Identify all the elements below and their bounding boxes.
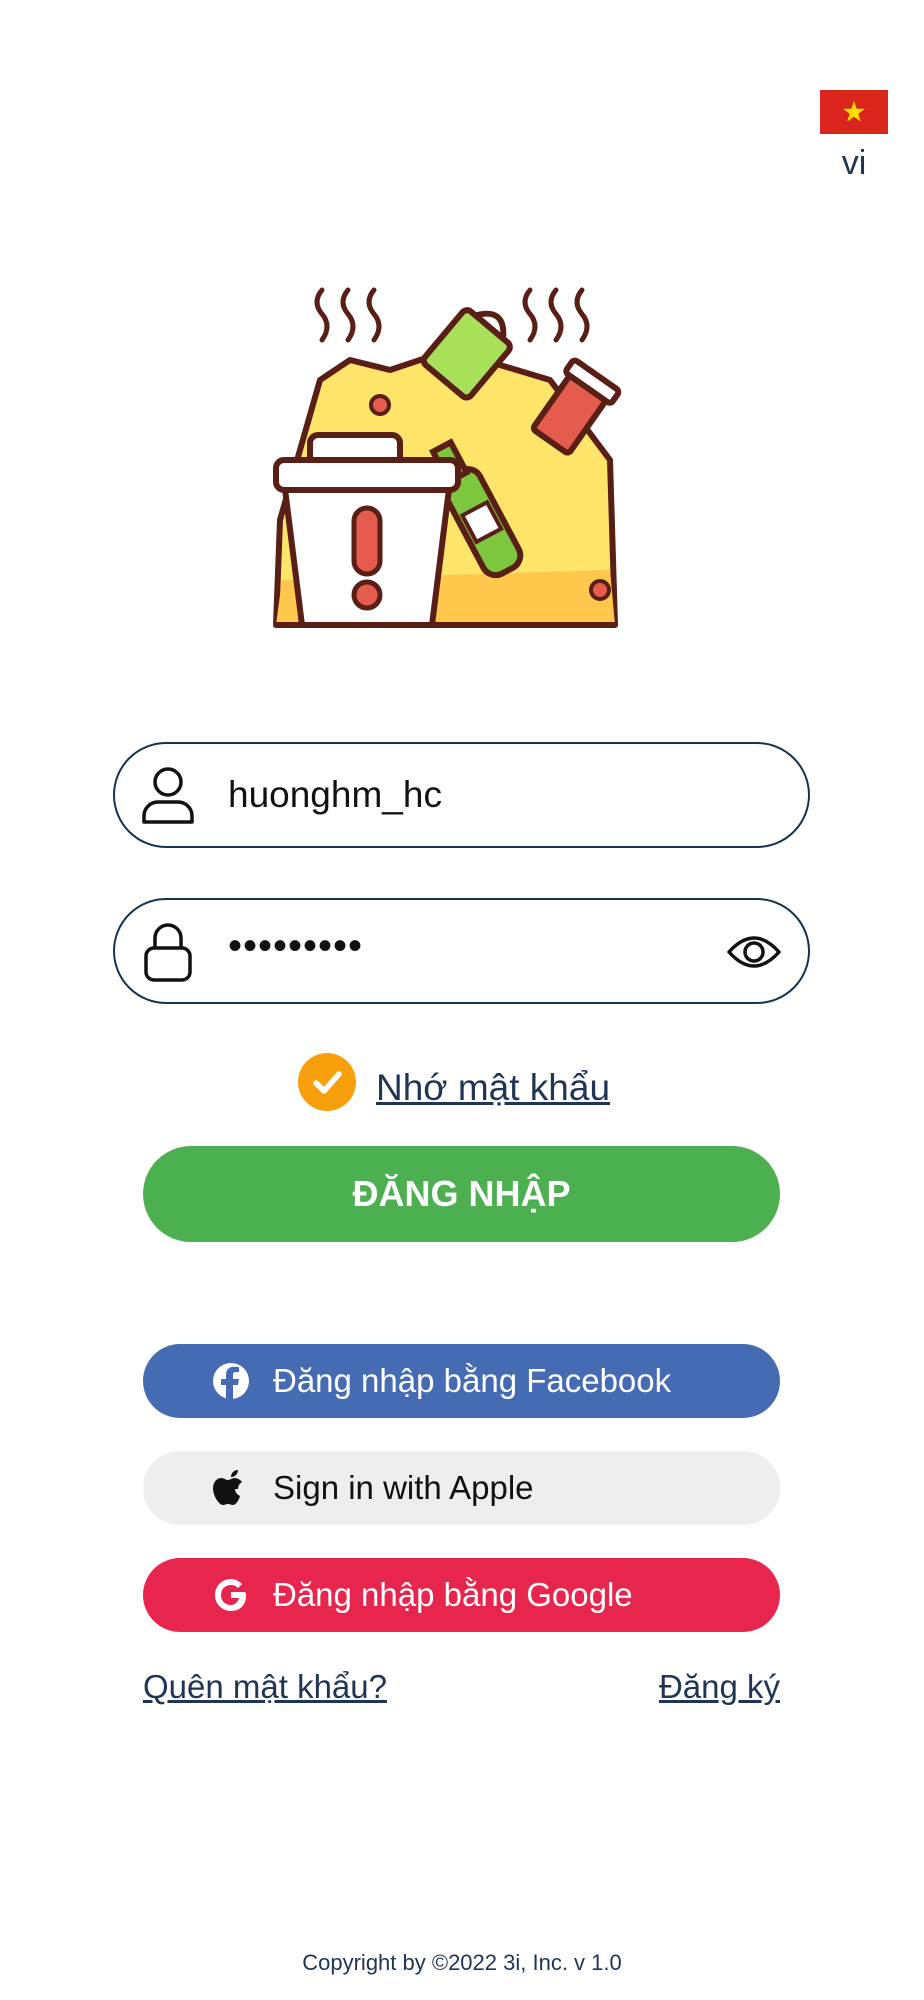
- password-value: •••••••••: [228, 924, 364, 968]
- remember-checkbox[interactable]: [298, 1053, 356, 1111]
- register-link[interactable]: Đăng ký: [659, 1668, 780, 1706]
- copyright-footer: Copyright by ©2022 3i, Inc. v 1.0: [302, 1950, 622, 1975]
- remember-label[interactable]: Nhớ mật khẩu: [376, 1067, 610, 1109]
- language-selector[interactable]: vi: [820, 90, 888, 183]
- facebook-icon: [211, 1361, 251, 1401]
- garbage-pile-illustration: [270, 280, 650, 640]
- facebook-login-label: Đăng nhập bằng Facebook: [273, 1362, 672, 1399]
- lock-icon: [144, 923, 192, 982]
- login-button[interactable]: ĐĂNG NHẬP: [143, 1146, 780, 1242]
- eye-icon[interactable]: [726, 924, 782, 980]
- username-value: huonghm_hc: [228, 774, 442, 815]
- checkmark-icon: [313, 1071, 342, 1094]
- username-field[interactable]: huonghm_hc: [113, 742, 810, 848]
- apple-icon: [211, 1468, 251, 1508]
- apple-login-button[interactable]: Sign in with Apple: [143, 1451, 780, 1525]
- user-icon: [142, 767, 194, 824]
- google-icon: [211, 1575, 251, 1615]
- vietnam-flag-icon: [820, 90, 888, 134]
- forgot-password-link[interactable]: Quên mật khẩu?: [143, 1668, 387, 1706]
- apple-login-label: Sign in with Apple: [273, 1469, 534, 1506]
- password-field[interactable]: •••••••••: [113, 898, 810, 1004]
- google-login-label: Đăng nhập bằng Google: [273, 1576, 633, 1613]
- language-code: vi: [841, 144, 867, 182]
- login-button-label: ĐĂNG NHẬP: [352, 1173, 571, 1214]
- google-login-button[interactable]: Đăng nhập bằng Google: [143, 1558, 780, 1632]
- facebook-login-button[interactable]: Đăng nhập bằng Facebook: [143, 1344, 780, 1418]
